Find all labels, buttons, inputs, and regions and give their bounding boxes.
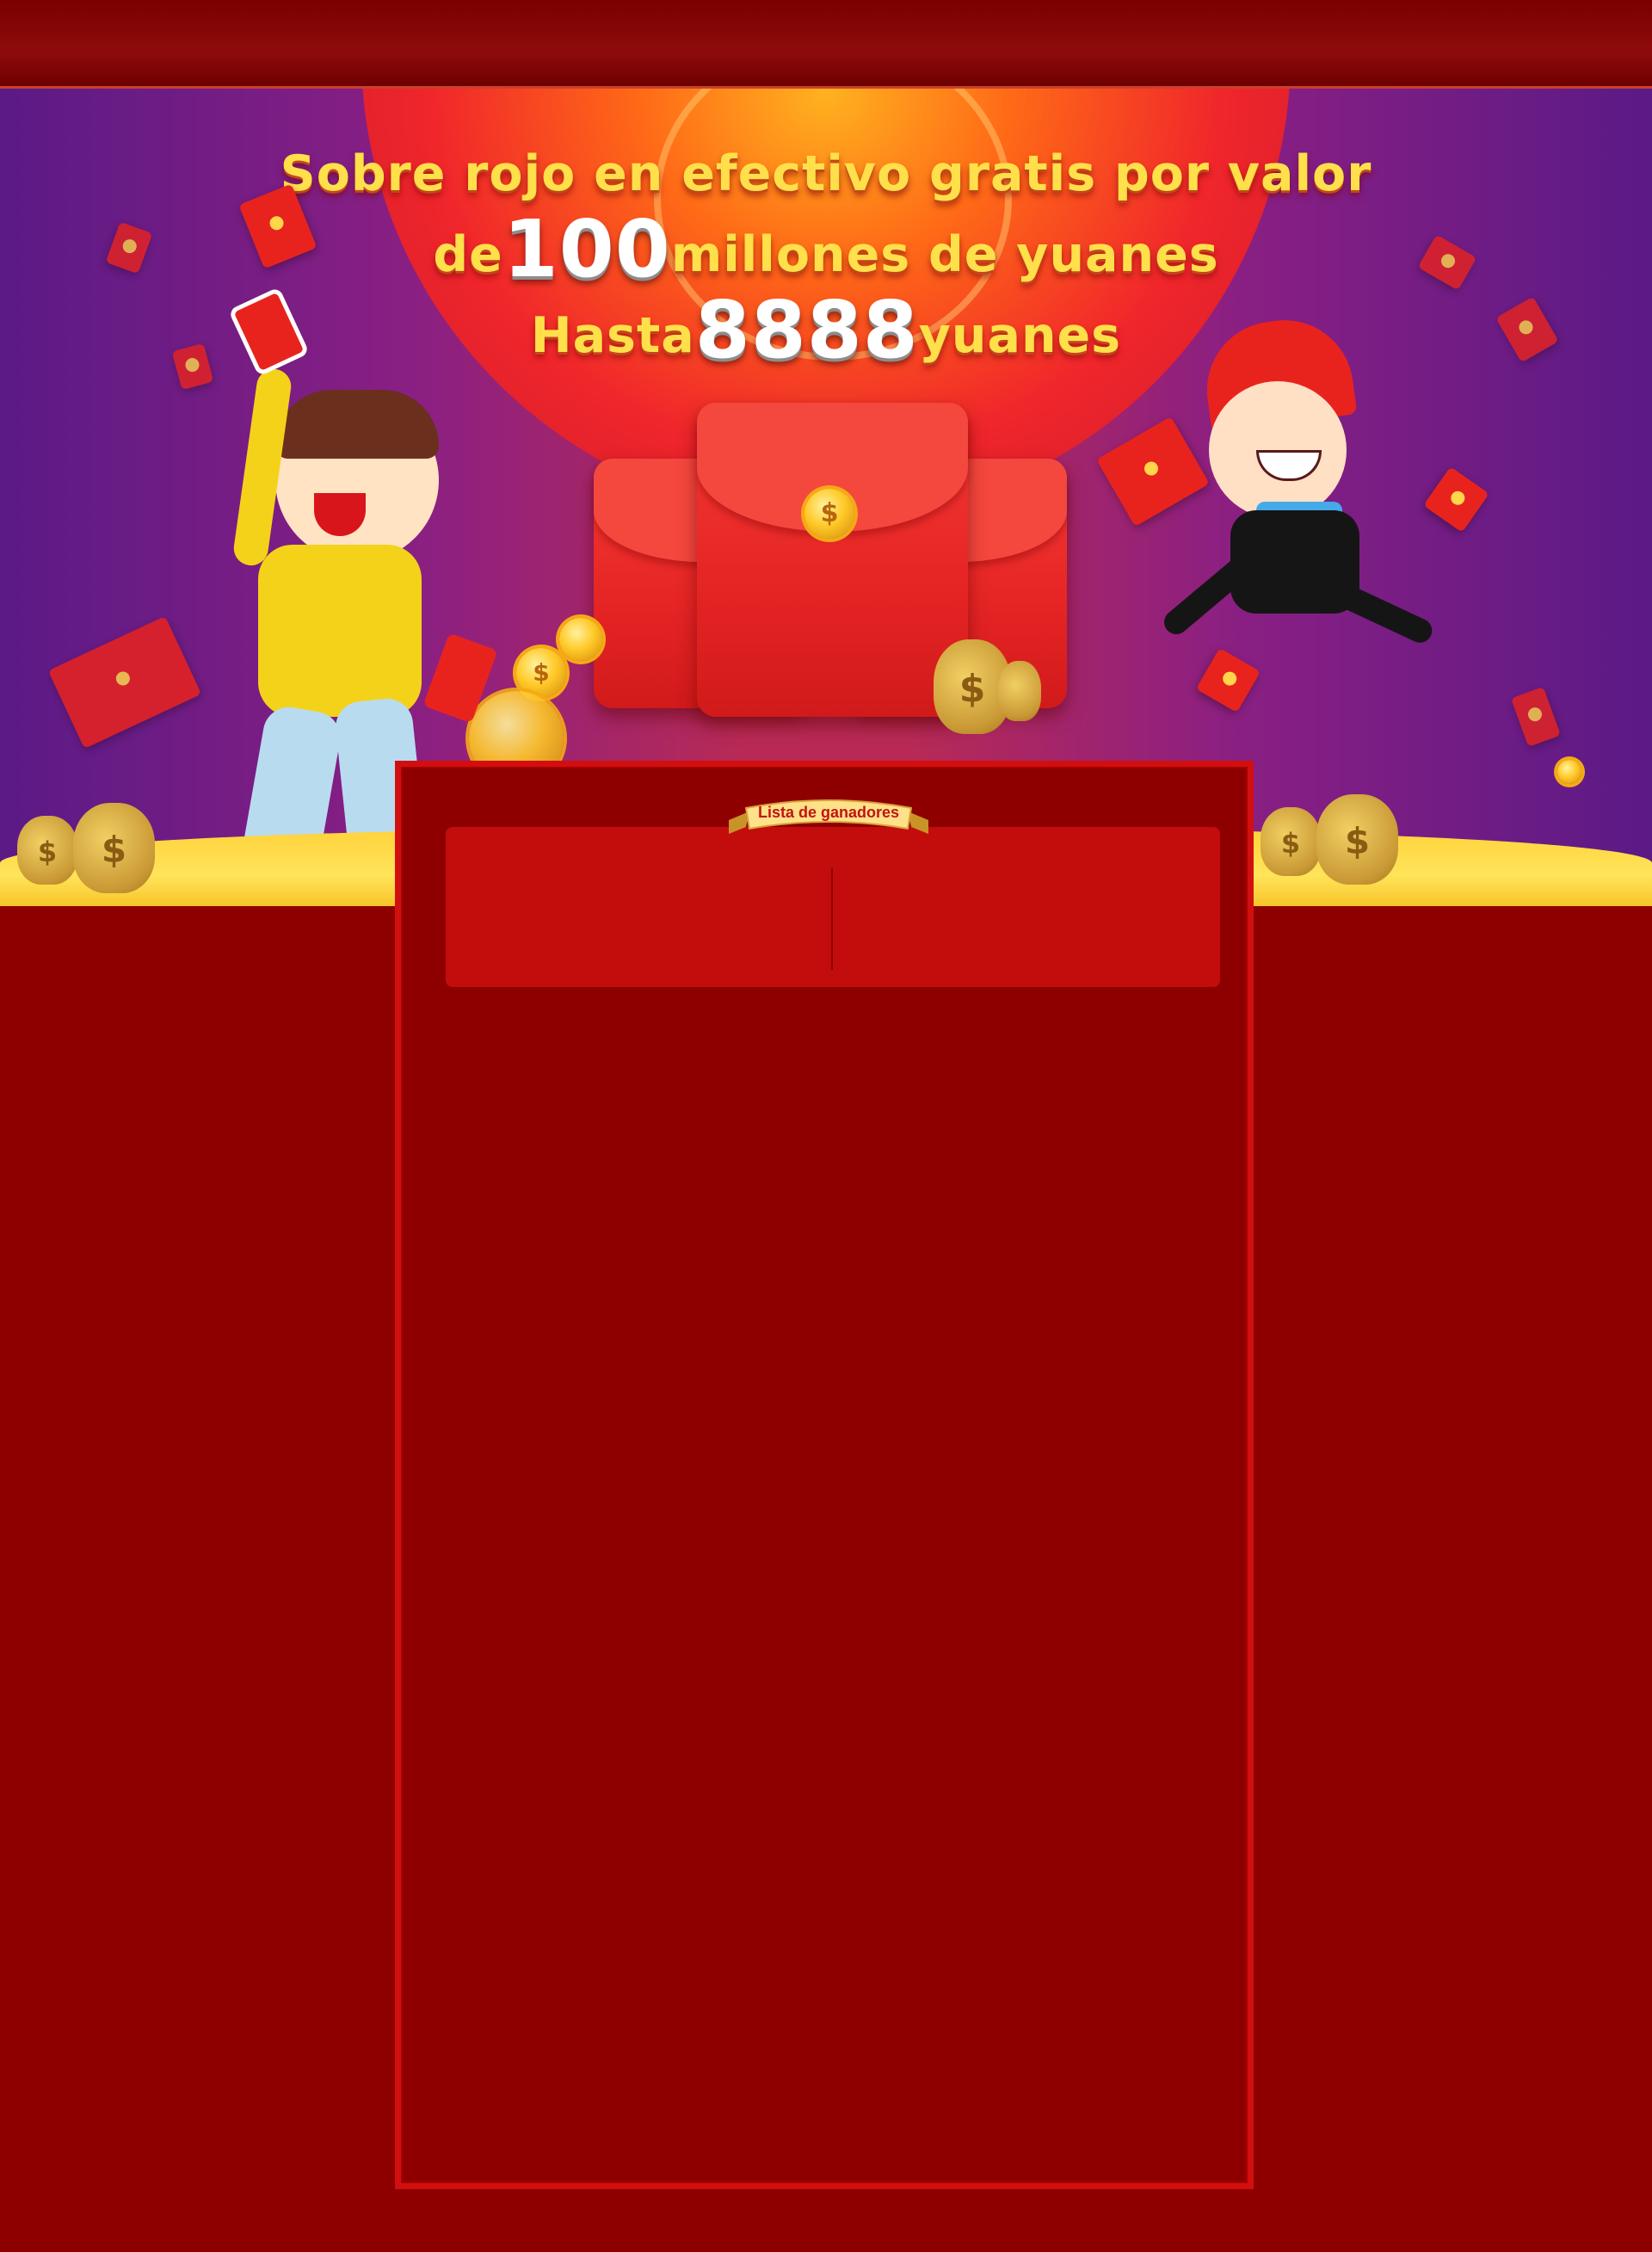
- money-bag-icon: $: [17, 816, 77, 885]
- flying-red-packet: [171, 342, 214, 391]
- flying-red-packet: [1495, 296, 1559, 363]
- top-banner-bar: [0, 0, 1652, 89]
- amount-8888: 8888: [694, 284, 919, 376]
- money-bag-icon: $: [1261, 807, 1321, 876]
- headline-line-2: de100millones de yuanes: [258, 210, 1394, 293]
- dollar-coin-icon: $: [804, 489, 854, 539]
- coin-icon: $: [516, 648, 566, 698]
- winners-title: Lista de ganadores: [757, 804, 900, 821]
- running-boy-illustration: [1136, 311, 1446, 700]
- flying-red-packet: [105, 221, 153, 275]
- headline-line-3-suffix: yuanes: [918, 307, 1122, 364]
- headline-line-2-prefix: de: [433, 226, 503, 283]
- money-bag-small-icon: [998, 661, 1041, 721]
- headline-line-1: Sobre rojo en efectivo gratis por valor: [280, 145, 1372, 202]
- amount-100: 100: [502, 203, 671, 295]
- winners-title-ribbon: Lista de ganadores: [725, 796, 932, 839]
- coin-icon: [1557, 760, 1581, 784]
- winners-column-divider: [831, 868, 833, 970]
- headline-line-3-prefix: Hasta: [530, 307, 695, 364]
- money-bag-icon: $: [73, 803, 155, 893]
- money-bag-icon: $: [1316, 794, 1398, 885]
- headline-line-2-suffix: millones de yuanes: [670, 226, 1219, 283]
- flying-red-packet: [47, 615, 202, 750]
- red-envelope-center[interactable]: $: [697, 403, 968, 717]
- winners-panel: Lista de ganadores: [395, 761, 1254, 2189]
- coin-stack-icon: [559, 618, 602, 661]
- winners-list-box: [446, 827, 1220, 987]
- flying-red-packet: [1417, 234, 1477, 291]
- flying-red-packet: [1510, 686, 1562, 748]
